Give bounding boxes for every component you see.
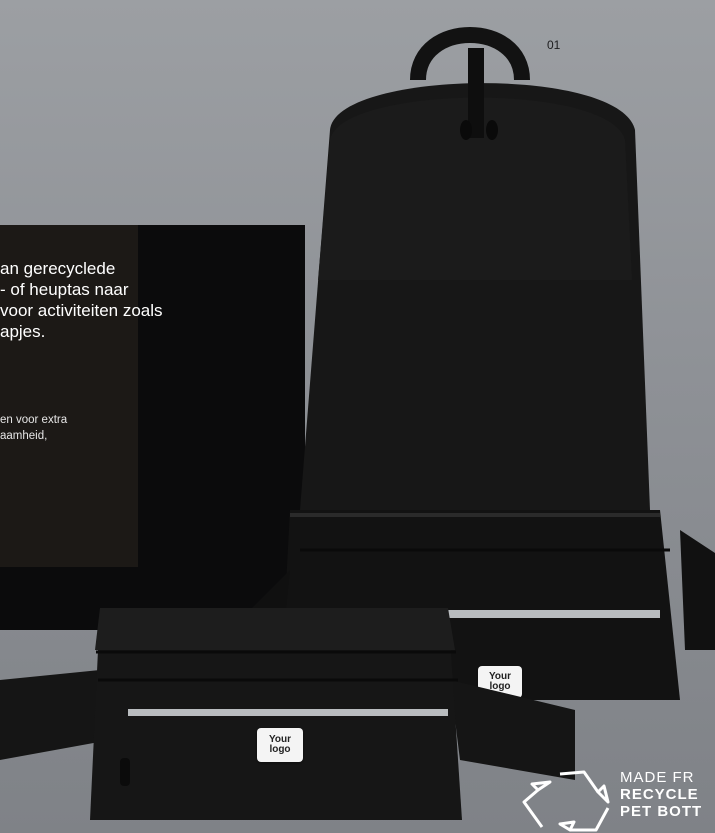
waistpack-image: [0, 608, 575, 820]
badge-line-2: RECYCLE: [620, 786, 699, 803]
intro-text: an gerecyclede - of heuptas naar voor ac…: [0, 259, 163, 341]
recycled-bottles-badge: MADE FR RECYCLE PET BOTT: [620, 769, 702, 820]
waistpack-logo-badge: Your logo: [257, 728, 303, 762]
catalog-page: an gerecyclede - of heuptas naar voor ac…: [0, 0, 715, 833]
badge-line-3: PET BOTT: [620, 803, 703, 820]
badge-line-1: MADE FR: [620, 769, 695, 786]
detail-text: en voor extra aamheid,: [0, 414, 68, 442]
